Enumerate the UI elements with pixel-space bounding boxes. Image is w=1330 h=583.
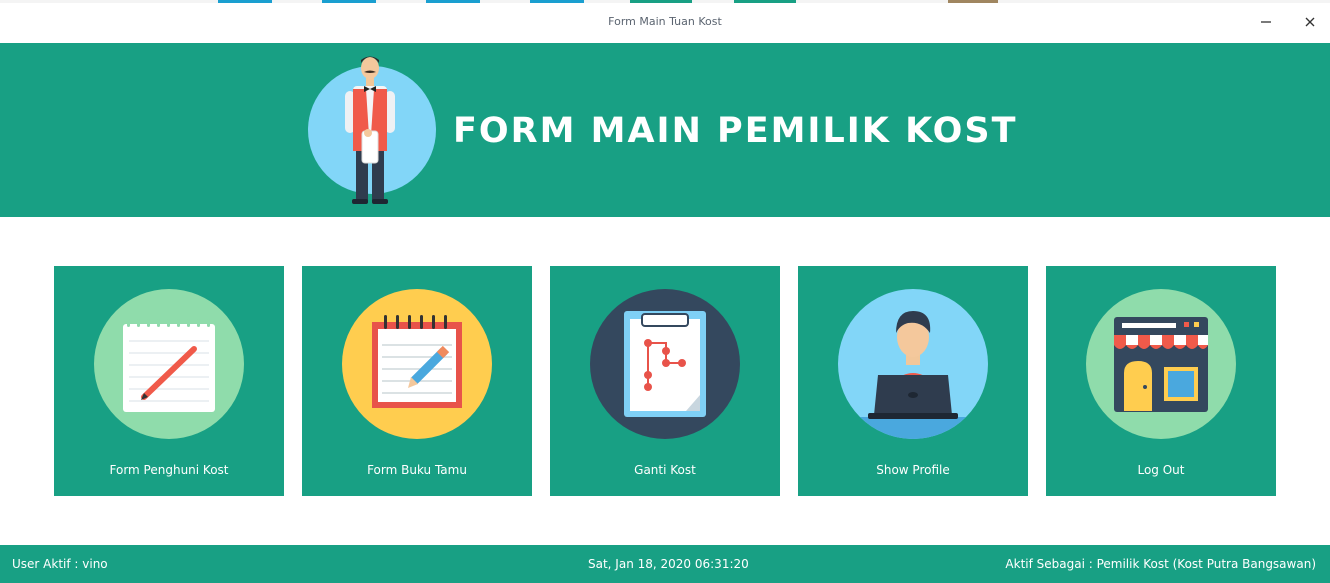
form-penghuni-kost-tile[interactable]: Form Penghuni Kost xyxy=(54,266,284,496)
window-titlebar: Form Main Tuan Kost xyxy=(0,3,1330,43)
form-buku-tamu-tile[interactable]: Form Buku Tamu xyxy=(302,266,532,496)
tile-label: Form Penghuni Kost xyxy=(109,463,229,477)
tile-label: Ganti Kost xyxy=(634,463,696,477)
waiter-avatar-icon xyxy=(306,53,438,213)
minimize-button[interactable] xyxy=(1251,9,1281,35)
page-header: FORM MAIN PEMILIK KOST xyxy=(0,43,1330,217)
guestbook-icon xyxy=(342,289,492,439)
user-laptop-icon xyxy=(838,289,988,439)
show-profile-tile[interactable]: Show Profile xyxy=(798,266,1028,496)
tile-label: Form Buku Tamu xyxy=(367,463,467,477)
datetime-text: Sat, Jan 18, 2020 06:31:20 xyxy=(588,557,749,571)
close-icon xyxy=(1305,17,1315,27)
ganti-kost-tile[interactable]: Ganti Kost xyxy=(550,266,780,496)
log-out-tile[interactable]: Log Out xyxy=(1046,266,1276,496)
tile-label: Log Out xyxy=(1137,463,1185,477)
tile-label: Show Profile xyxy=(876,463,950,477)
notepad-pencil-icon xyxy=(94,289,244,439)
status-bar: User Aktif : vino Sat, Jan 18, 2020 06:3… xyxy=(0,545,1330,583)
minimize-icon xyxy=(1261,21,1271,23)
clipboard-flowchart-icon xyxy=(590,289,740,439)
page-heading: FORM MAIN PEMILIK KOST xyxy=(453,111,1018,151)
active-role-text: Aktif Sebagai : Pemilik Kost (Kost Putra… xyxy=(1005,557,1316,571)
close-button[interactable] xyxy=(1295,9,1325,35)
window-title: Form Main Tuan Kost xyxy=(608,15,722,28)
active-user-text: User Aktif : vino xyxy=(12,557,108,571)
storefront-icon xyxy=(1086,289,1236,439)
